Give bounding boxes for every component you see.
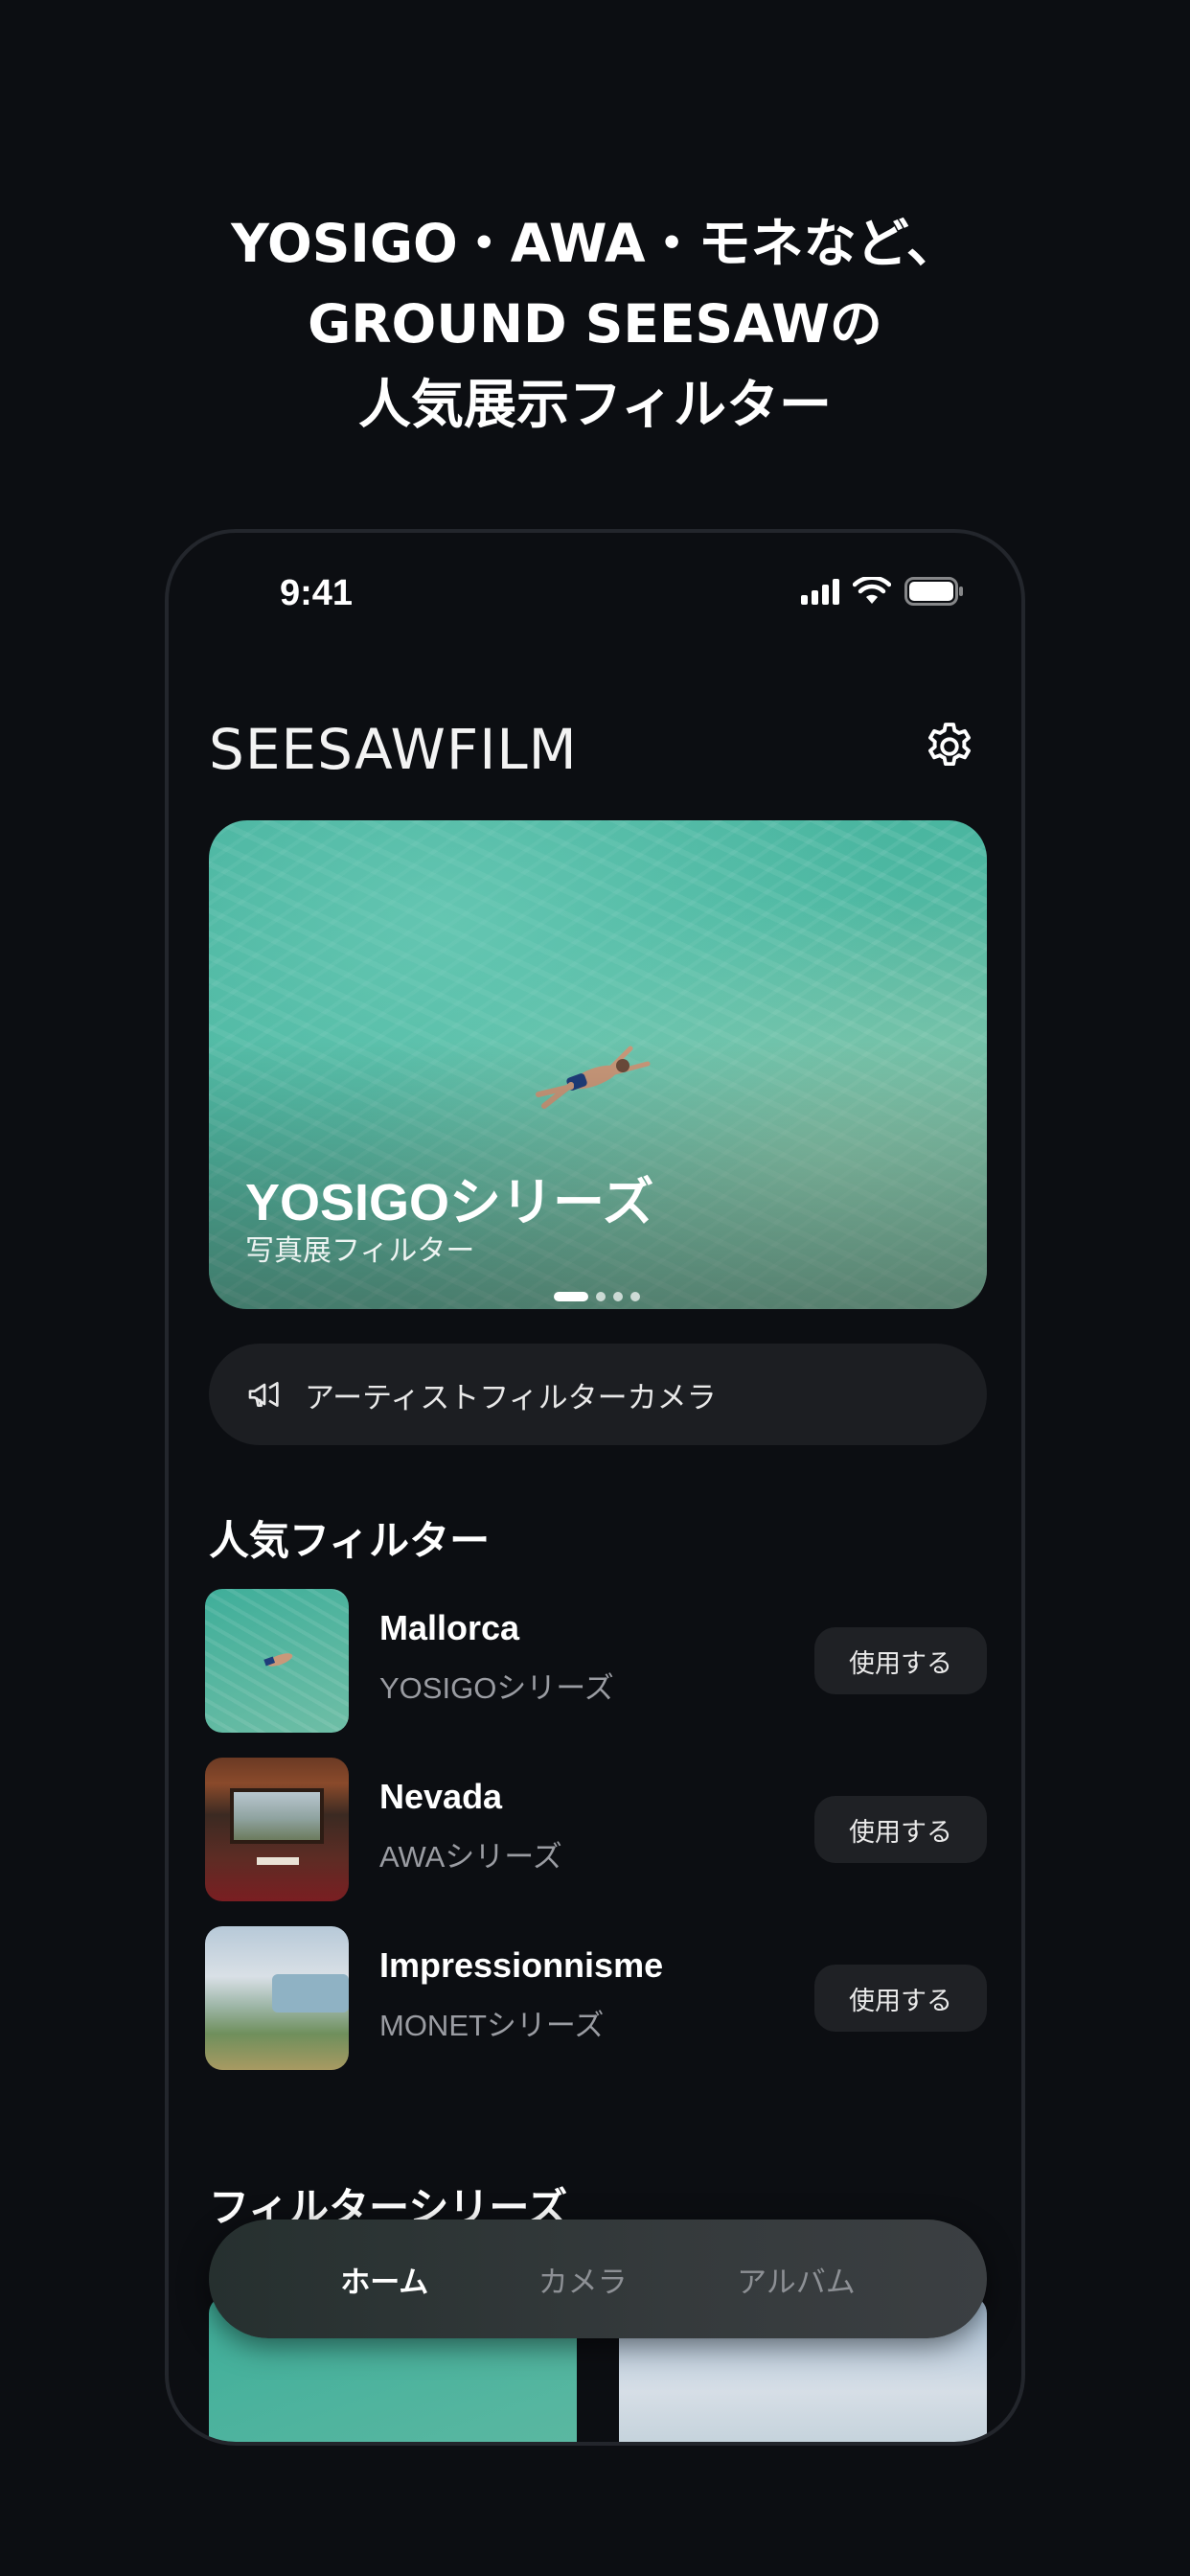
filter-thumbnail [205,1758,349,1901]
filter-series: MONETシリーズ [379,2009,605,2042]
filter-name: Impressionnisme [379,1945,664,1985]
gear-icon[interactable] [922,719,977,774]
signal-icon [801,578,839,605]
page-dot-4[interactable] [630,1292,640,1301]
list-item[interactable]: Mallorca YOSIGOシリーズ 使用する [205,1589,987,1733]
hero-banner[interactable]: YOSIGOシリーズ 写真展フィルター [209,820,987,1309]
list-item[interactable]: Nevada AWAシリーズ 使用する [205,1758,987,1901]
filter-thumbnail [205,1926,349,2070]
page-dot-1[interactable] [554,1292,588,1301]
artist-filter-camera-label: アーティストフィルターカメラ [305,1380,717,1414]
artist-filter-camera-button[interactable]: アーティストフィルターカメラ [209,1344,987,1445]
hero-title: YOSIGOシリーズ [245,1174,654,1231]
app-logo: SEESAWFILM [209,717,578,782]
use-button[interactable]: 使用する [814,1627,987,1694]
train-table [257,1857,299,1865]
battery-icon [904,577,963,606]
promo-headline: YOSIGO・AWA・モネなど、 GROUND SEESAWの 人気展示フィルタ… [0,203,1190,445]
filter-name: Nevada [379,1777,503,1816]
tab-camera[interactable]: カメラ [538,2258,628,2301]
wifi-icon [853,577,891,604]
headline-line-1: YOSIGO・AWA・モネなど、 [231,213,959,274]
phone-frame: 9:41 SEESAWFILM YOSIGOシリーズ 写真展フィルター アーティ… [165,529,1025,2446]
filter-thumbnail [205,1589,349,1733]
headline-line-2: GROUND SEESAWの [308,293,882,355]
status-icons [801,577,964,606]
filter-series: YOSIGOシリーズ [379,1671,614,1705]
popular-filters-title: 人気フィルター [209,1518,491,1563]
page-indicator[interactable] [554,1292,640,1301]
headline-line-3: 人気展示フィルター [358,374,832,435]
bottom-tab-bar: ホーム カメラ アルバム [209,2220,987,2338]
tab-album[interactable]: アルバム [737,2258,856,2301]
status-time: 9:41 [280,573,354,613]
list-item[interactable]: Impressionnisme MONETシリーズ 使用する [205,1926,987,2070]
tab-home[interactable]: ホーム [340,2258,428,2301]
use-button[interactable]: 使用する [814,1965,987,2032]
page-dot-3[interactable] [613,1292,623,1301]
page-dot-2[interactable] [596,1292,606,1301]
train-window [230,1788,324,1844]
filter-name: Mallorca [379,1608,520,1647]
megaphone-icon [248,1382,279,1407]
use-button[interactable]: 使用する [814,1796,987,1863]
hero-subtitle: 写真展フィルター [245,1235,475,1267]
filter-series: AWAシリーズ [379,1840,562,1874]
painting-sea [272,1974,349,2012]
